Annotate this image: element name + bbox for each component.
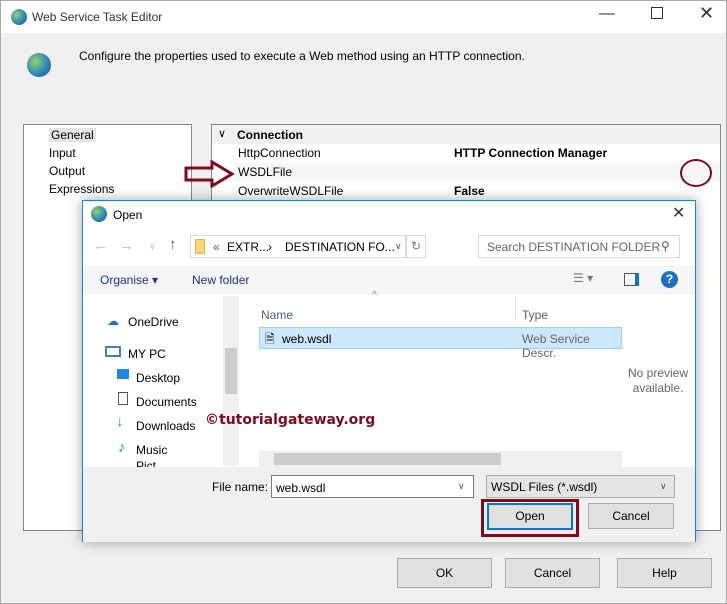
breadcrumb-separator: › (268, 240, 272, 254)
sidebar-item-input[interactable]: Input (49, 146, 76, 160)
file-type: Web Service Descr. (522, 332, 590, 360)
chevron-down-icon[interactable]: ∨ (395, 241, 402, 252)
up-arrow-icon[interactable]: ↑ (169, 236, 177, 253)
property-name: WSDLFile (238, 165, 293, 179)
section-title: Connection (237, 128, 303, 142)
search-input[interactable]: Search DESTINATION FOLDER ⚲ (478, 235, 680, 258)
open-file-dialog: Open ✕ ← → ∨ ↑ « EXTR... › DESTINATION F… (82, 200, 696, 542)
nav-item-downloads[interactable]: Downloads (136, 419, 195, 433)
desktop-icon (117, 369, 129, 379)
toolbar: Organise ▾ New folder ☰ ▾ ? (83, 265, 695, 295)
section-header[interactable]: ∨ Connection (212, 125, 720, 144)
preview-pane-icon[interactable] (624, 273, 639, 286)
title-bar: Web Service Task Editor — ✕ (1, 1, 726, 33)
property-row[interactable]: OverwriteWSDLFile False (234, 182, 720, 201)
folder-icon (195, 239, 205, 254)
search-icon[interactable]: ⚲ (661, 239, 670, 253)
chevron-down-icon[interactable]: ∨ (218, 127, 226, 140)
globe-icon (91, 206, 107, 222)
property-row[interactable]: HttpConnection HTTP Connection Manager (234, 144, 720, 163)
dialog-title: Open (113, 208, 143, 222)
nav-item-my-pc[interactable]: MY PC (128, 347, 166, 361)
breadcrumb-item[interactable]: DESTINATION FO... (285, 240, 395, 254)
music-icon: ♪ (118, 439, 126, 456)
cancel-button[interactable]: Cancel (505, 558, 600, 588)
onedrive-icon: ☁ (107, 314, 119, 328)
property-name: HttpConnection (238, 146, 321, 160)
file-row[interactable]: 🗎 web.wsdl Web Service Descr. (259, 327, 622, 360)
address-bar[interactable]: « EXTR... › DESTINATION FO... ∨ (190, 235, 406, 258)
dialog-footer: File name: web.wsdl ∨ WSDL Files (*.wsdl… (83, 467, 695, 542)
organise-button[interactable]: Organise ▾ (100, 273, 158, 287)
help-button[interactable]: Help (617, 558, 712, 588)
preview-pane-text: No preview available. (627, 366, 689, 395)
column-header-name[interactable]: Name (261, 308, 293, 322)
ok-button[interactable]: OK (397, 558, 492, 588)
header-description: Configure the properties used to execute… (79, 49, 525, 63)
breadcrumb-overflow[interactable]: « (213, 240, 220, 254)
file-list: Name ^ Type 🗎 web.wsdl Web Service Descr… (247, 290, 622, 467)
file-name-value: web.wsdl (276, 481, 326, 495)
close-icon[interactable]: ✕ (672, 203, 685, 223)
nav-item-pictures[interactable]: Pict (136, 459, 156, 467)
dialog-cancel-button[interactable]: Cancel (588, 503, 674, 529)
scrollbar-thumb[interactable] (274, 453, 501, 465)
sort-ascending-icon: ^ (372, 290, 377, 301)
close-button[interactable]: ✕ (699, 3, 714, 24)
refresh-icon[interactable]: ↻ (406, 235, 426, 258)
file-name-label: File name: (212, 480, 269, 494)
column-divider (515, 296, 516, 320)
window-title: Web Service Task Editor (32, 10, 163, 24)
open-button[interactable]: Open (487, 503, 573, 530)
recent-chevron-icon[interactable]: ∨ (149, 241, 156, 252)
search-placeholder: Search DESTINATION FOLDER (487, 240, 661, 254)
view-options-icon[interactable]: ☰ ▾ (573, 271, 593, 285)
property-value: HTTP Connection Manager (454, 146, 608, 160)
nav-item-documents[interactable]: Documents (136, 395, 197, 409)
annotation-circle (680, 159, 712, 187)
minimize-button[interactable]: — (599, 5, 615, 23)
maximize-button[interactable] (651, 7, 663, 19)
property-row[interactable]: WSDLFile (234, 163, 720, 182)
help-icon[interactable]: ? (661, 271, 678, 288)
sidebar-item-output[interactable]: Output (49, 164, 85, 178)
chevron-down-icon[interactable]: ∨ (458, 481, 465, 492)
column-header-type[interactable]: Type (522, 308, 548, 322)
file-type-value: WSDL Files (*.wsdl) (491, 480, 598, 494)
chevron-down-icon[interactable]: ∨ (660, 481, 667, 492)
wsdl-file-icon: 🗎 (265, 332, 275, 346)
property-value: False (454, 184, 485, 198)
file-name-input[interactable]: web.wsdl ∨ (271, 475, 474, 498)
sidebar-item-general[interactable]: General (49, 128, 96, 142)
horizontal-scrollbar[interactable] (259, 451, 622, 467)
scrollbar-thumb[interactable] (225, 348, 237, 394)
back-arrow-icon[interactable]: ← (93, 237, 108, 254)
nav-item-desktop[interactable]: Desktop (136, 371, 180, 385)
file-name: web.wsdl (282, 332, 332, 346)
nav-item-music[interactable]: Music (136, 443, 167, 457)
file-type-select[interactable]: WSDL Files (*.wsdl) ∨ (486, 475, 675, 498)
documents-icon (118, 392, 128, 405)
globe-icon (11, 9, 27, 25)
breadcrumb-item[interactable]: EXTR... (227, 240, 269, 254)
watermark: ©tutorialgateway.org (205, 412, 376, 428)
annotation-arrow-icon (184, 160, 235, 188)
pc-icon (105, 346, 121, 357)
nav-item-onedrive[interactable]: OneDrive (128, 315, 179, 329)
downloads-icon: ↓ (116, 413, 124, 430)
globe-icon (27, 53, 51, 77)
navigation-pane: ☁ OneDrive MY PC Desktop Documents ↓ Dow… (83, 296, 239, 467)
sidebar-item-expressions[interactable]: Expressions (49, 182, 114, 196)
property-name: OverwriteWSDLFile (238, 184, 344, 198)
forward-arrow-icon[interactable]: → (119, 237, 134, 254)
nav-scrollbar[interactable] (223, 296, 239, 466)
new-folder-button[interactable]: New folder (192, 273, 249, 287)
